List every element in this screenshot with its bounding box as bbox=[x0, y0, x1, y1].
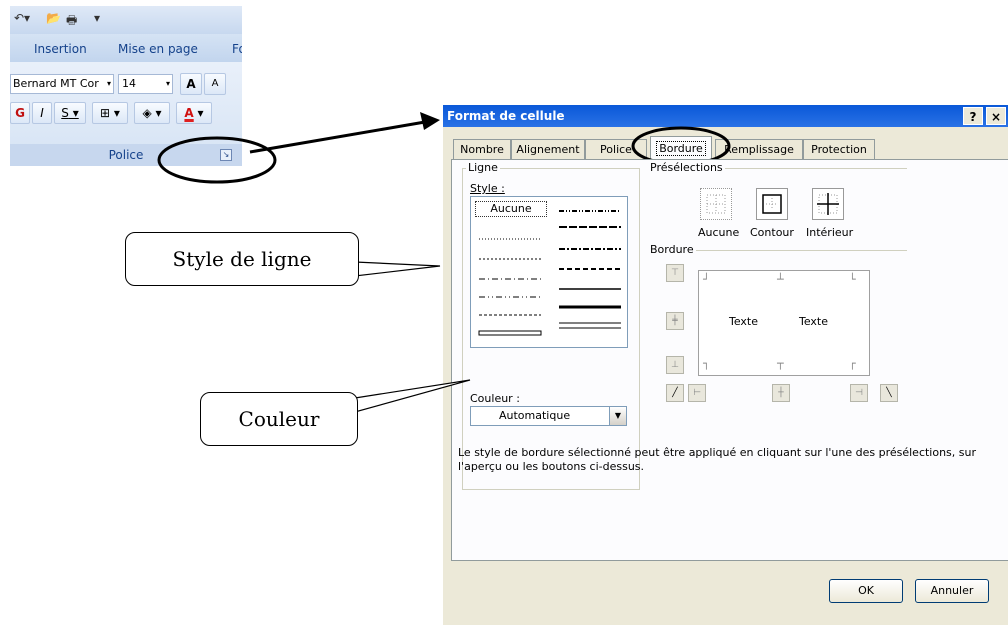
line-style-samples bbox=[478, 210, 621, 336]
line-group-caption: Ligne bbox=[466, 161, 500, 174]
cancel-button[interactable]: Annuler bbox=[915, 579, 989, 603]
tab-remplissage-label: Remplissage bbox=[724, 143, 794, 156]
tab-police-label: Police bbox=[600, 143, 632, 156]
tab-nombre-label: Nombre bbox=[460, 143, 504, 156]
preset-outline-label: Contour bbox=[750, 226, 794, 239]
quick-access-toolbar: ↶▾ 📂 🖶 ▾ bbox=[10, 6, 242, 34]
undo-icon[interactable]: ↶▾ bbox=[14, 11, 30, 29]
tab-insertion[interactable]: Insertion bbox=[34, 42, 87, 56]
tab-alignement-label: Alignement bbox=[516, 143, 580, 156]
corner-mark-icon: ┬ bbox=[777, 357, 784, 370]
chevron-down-icon: ▾ bbox=[106, 79, 111, 88]
tab-formules[interactable]: Fo bbox=[232, 42, 242, 56]
border-icon: ⊞ bbox=[100, 106, 111, 120]
fill-color-button[interactable]: ◈ ▾ bbox=[134, 102, 170, 124]
corner-mark-icon: └ bbox=[849, 273, 856, 286]
print-icon[interactable]: 🖶 bbox=[66, 11, 77, 29]
customize-toolbar-icon[interactable]: ▾ bbox=[94, 11, 100, 29]
arrowhead-icon bbox=[420, 112, 440, 130]
open-folder-icon[interactable]: 📂 bbox=[46, 11, 61, 29]
border-help-text: Le style de bordure sélectionné peut êtr… bbox=[458, 446, 977, 473]
tab-nombre[interactable]: Nombre bbox=[453, 139, 511, 159]
corner-mark-icon: ┘ bbox=[703, 273, 710, 286]
cancel-label: Annuler bbox=[930, 584, 974, 597]
color-select[interactable]: Automatique ▼ bbox=[470, 406, 627, 426]
format-cells-dialog: Format de cellule ? × Nombre Alignement … bbox=[443, 105, 1008, 625]
corner-mark-icon: ┴ bbox=[777, 273, 784, 286]
font-size-input[interactable]: 14 ▾ bbox=[118, 74, 173, 94]
chevron-down-icon: ▾ bbox=[165, 79, 170, 88]
border-diagonal-up-button[interactable]: ╱ bbox=[666, 384, 684, 402]
presets-caption: Présélections bbox=[648, 161, 725, 174]
preset-none-label: Aucune bbox=[698, 226, 740, 239]
italic-label: I bbox=[40, 106, 44, 120]
style-label: Style : bbox=[470, 182, 505, 195]
italic-button[interactable]: I bbox=[32, 102, 52, 124]
close-button[interactable]: × bbox=[986, 107, 1006, 125]
border-top-button[interactable]: ⊤ bbox=[666, 264, 684, 282]
preset-none-button[interactable] bbox=[700, 188, 732, 220]
color-callout-text: Couleur bbox=[238, 407, 320, 431]
bold-label: G bbox=[15, 106, 25, 120]
border-center-button[interactable]: ┼ bbox=[772, 384, 790, 402]
tab-mise-en-page[interactable]: Mise en page bbox=[118, 42, 198, 56]
help-label: ? bbox=[969, 110, 977, 124]
border-right-button[interactable]: ⊣ bbox=[850, 384, 868, 402]
borders-button[interactable]: ⊞ ▾ bbox=[92, 102, 128, 124]
style-callout-text: Style de ligne bbox=[172, 247, 312, 271]
paint-bucket-icon: ◈ bbox=[142, 106, 152, 120]
border-caption: Bordure bbox=[648, 243, 696, 256]
font-color-button[interactable]: A ▾ bbox=[176, 102, 212, 124]
shrink-font-button[interactable]: A bbox=[204, 73, 226, 95]
underline-label: S bbox=[61, 106, 69, 120]
color-label: Couleur : bbox=[470, 392, 520, 405]
tab-protection[interactable]: Protection bbox=[803, 139, 875, 159]
ribbon-tabs: Insertion Mise en page Fo bbox=[10, 34, 242, 62]
tab-protection-label: Protection bbox=[811, 143, 867, 156]
font-size-value: 14 bbox=[122, 77, 136, 90]
preview-text-right: Texte bbox=[799, 315, 829, 328]
dialog-title: Format de cellule bbox=[447, 109, 565, 123]
preset-none-icon bbox=[706, 194, 726, 214]
line-style-double-thin bbox=[478, 330, 542, 336]
police-label-text: Police bbox=[108, 148, 144, 162]
border-preview[interactable]: Texte Texte ┘ ┴ └ ┐ ┬ ┌ bbox=[698, 270, 870, 376]
grow-font-button[interactable]: A bbox=[180, 73, 202, 95]
line-style-list[interactable]: Aucune bbox=[470, 196, 628, 348]
style-callout: Style de ligne bbox=[125, 232, 359, 286]
preset-outline-button[interactable] bbox=[756, 188, 788, 220]
border-middle-button[interactable]: ╪ bbox=[666, 312, 684, 330]
border-bottom-button[interactable]: ⊥ bbox=[666, 356, 684, 374]
preset-outline-icon bbox=[762, 194, 782, 214]
color-value: Automatique bbox=[499, 409, 571, 422]
bordure-panel: Ligne Style : Aucune Couleur: Automatiq… bbox=[451, 159, 1008, 561]
style-callout-tail bbox=[354, 261, 441, 277]
chevron-down-icon[interactable]: ▼ bbox=[609, 406, 627, 426]
ok-button[interactable]: OK bbox=[829, 579, 903, 603]
launcher-highlight-ellipse bbox=[157, 136, 277, 184]
preset-inside-button[interactable] bbox=[812, 188, 844, 220]
corner-mark-icon: ┐ bbox=[703, 357, 710, 370]
bold-button[interactable]: G bbox=[10, 102, 30, 124]
preview-text-left: Texte bbox=[729, 315, 759, 328]
help-button[interactable]: ? bbox=[963, 107, 983, 125]
border-diagonal-down-button[interactable]: ╲ bbox=[880, 384, 898, 402]
close-icon: × bbox=[990, 110, 1002, 124]
shrink-font-label: A bbox=[211, 78, 219, 89]
ok-label: OK bbox=[858, 584, 874, 597]
color-callout: Couleur bbox=[200, 392, 358, 446]
border-separator bbox=[692, 250, 907, 251]
font-color-icon: A bbox=[184, 106, 194, 120]
preset-inside-icon bbox=[817, 193, 839, 215]
tab-alignement[interactable]: Alignement bbox=[511, 139, 585, 159]
corner-mark-icon: ┌ bbox=[849, 357, 856, 370]
border-left-button[interactable]: ⊢ bbox=[688, 384, 706, 402]
preset-inside-label: Intérieur bbox=[806, 226, 854, 239]
underline-button[interactable]: S ▾ bbox=[54, 102, 86, 124]
font-name-value: Bernard MT Cor bbox=[13, 77, 99, 90]
grow-font-label: A bbox=[186, 77, 196, 91]
font-name-input[interactable]: Bernard MT Cor ▾ bbox=[10, 74, 114, 94]
